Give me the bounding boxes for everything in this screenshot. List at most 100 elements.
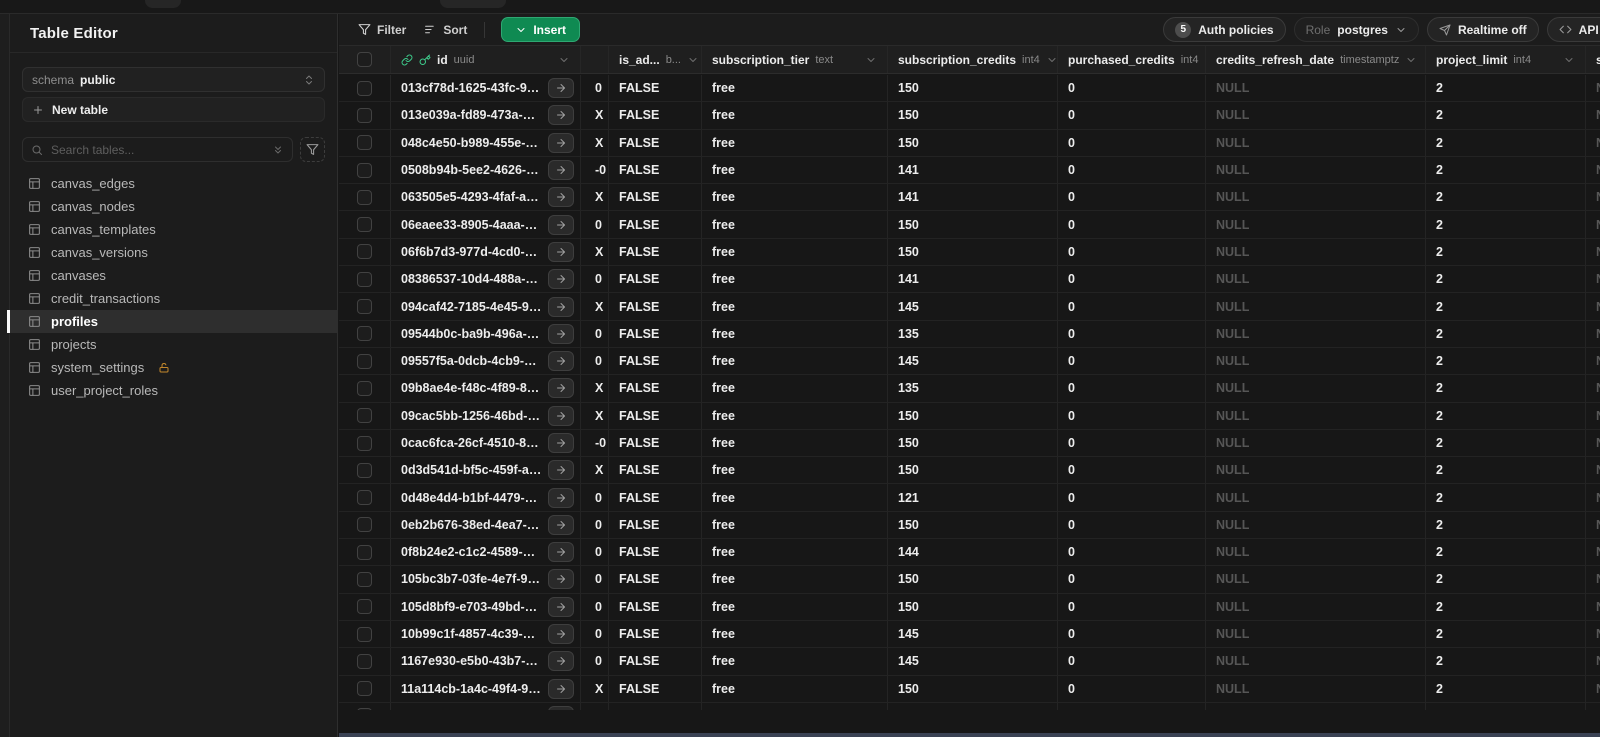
cell-su[interactable]: NU xyxy=(1586,348,1600,374)
cell-subscription_credits[interactable]: 150 xyxy=(888,675,1058,702)
cell-su[interactable]: NU xyxy=(1586,539,1600,565)
cell-purchased_credits[interactable]: 0 xyxy=(1058,75,1206,102)
table-row[interactable]: 11a114cb-1a4c-49f4-9b28-52219ec... XFALSE… xyxy=(339,675,1600,703)
cell-purchased_credits[interactable]: 0 xyxy=(1058,266,1206,293)
cell-su[interactable]: NU xyxy=(1586,75,1600,101)
schema-select[interactable]: schema public xyxy=(22,67,325,92)
cell-is_admin[interactable]: FALSE xyxy=(609,347,702,375)
table-row[interactable]: 063505e5-4293-4faf-a18c-0e65b... XFALSEfr… xyxy=(339,184,1600,212)
cell-purchased_credits[interactable]: 0 xyxy=(1058,429,1206,457)
cell-is_admin[interactable]: FALSE xyxy=(609,184,702,211)
cell-subscription_tier[interactable]: free xyxy=(702,457,888,484)
cell-clipped[interactable]: X xyxy=(581,129,609,156)
cell-credits_refresh_date[interactable]: NULL xyxy=(1206,593,1426,620)
cell-project_limit[interactable]: 2 xyxy=(1426,484,1586,511)
cell-clipped[interactable]: X xyxy=(581,402,609,429)
row-checkbox[interactable] xyxy=(357,271,372,287)
cell-purchased_credits[interactable]: 0 xyxy=(1058,457,1206,484)
row-checkbox[interactable] xyxy=(357,353,372,369)
cell-id[interactable]: 0d3d541d-bf5c-459f-a406-16b93... xyxy=(391,457,581,484)
cell-id[interactable]: 11a114cb-1a4c-49f4-9b28-52219ec... xyxy=(391,675,581,702)
table-row[interactable]: 08386537-10d4-488a-a11e-eb5a6...0FALSEfr… xyxy=(339,266,1600,294)
cell-is_admin[interactable]: FALSE xyxy=(609,429,702,457)
column-header-purchased_credits[interactable]: purchased_credits int4 xyxy=(1058,46,1206,73)
cell-subscription_tier[interactable]: free xyxy=(702,156,888,184)
cell-clipped[interactable]: 0 xyxy=(581,211,609,238)
table-row[interactable]: 048c4e50-b989-455e-847e-fb2f... XFALSEfre… xyxy=(339,129,1600,157)
cell-subscription_credits[interactable]: 145 xyxy=(888,293,1058,320)
cell-su[interactable]: NU xyxy=(1586,102,1600,128)
cell-clipped[interactable]: -0 xyxy=(581,156,609,184)
cell-project_limit[interactable]: 2 xyxy=(1426,593,1586,620)
cell-credits_refresh_date[interactable]: NULL xyxy=(1206,429,1426,457)
cell-credits_refresh_date[interactable]: NULL xyxy=(1206,238,1426,266)
cell-credits_refresh_date[interactable]: NULL xyxy=(1206,375,1426,402)
cell-is_admin[interactable]: FALSE xyxy=(609,211,702,238)
table-row[interactable]: 105bc3b7-03fe-4e7f-9efa-21bb40...0FALSEf… xyxy=(339,566,1600,594)
row-expand-button[interactable] xyxy=(548,323,574,344)
row-checkbox[interactable] xyxy=(357,599,372,615)
cell-project_limit[interactable]: 2 xyxy=(1426,320,1586,347)
table-row[interactable]: 094caf42-7185-4e45-99f3-14abee... XFALSEf… xyxy=(339,293,1600,321)
cell-project_limit[interactable]: 2 xyxy=(1426,238,1586,266)
table-row[interactable] xyxy=(339,702,1600,710)
cell-subscription_tier[interactable]: free xyxy=(702,566,888,593)
cell-project_limit[interactable]: 2 xyxy=(1426,457,1586,484)
row-expand-button[interactable] xyxy=(548,460,574,481)
cell-subscription_tier[interactable]: free xyxy=(702,648,888,675)
cell-credits_refresh_date[interactable]: NULL xyxy=(1206,402,1426,429)
row-expand-button[interactable] xyxy=(548,214,574,235)
cell-id[interactable]: 08386537-10d4-488a-a11e-eb5a6... xyxy=(391,266,581,293)
cell-id[interactable]: 0eb2b676-38ed-4ea7-9dad-38e6... xyxy=(391,511,581,539)
row-checkbox[interactable] xyxy=(357,490,372,506)
cell-su[interactable]: NU xyxy=(1586,157,1600,183)
cell-purchased_credits[interactable]: 0 xyxy=(1058,129,1206,156)
cell-project_limit[interactable]: 2 xyxy=(1426,566,1586,593)
cell-su[interactable]: NU xyxy=(1586,403,1600,429)
table-row[interactable]: 09b8ae4e-f48c-4f89-8a8c-1629b... XFALSEfr… xyxy=(339,375,1600,403)
sidebar-item-profiles[interactable]: profiles xyxy=(7,310,337,333)
cell-id[interactable]: 06f6b7d3-977d-4cd0-acd4-4a78... xyxy=(391,238,581,266)
cell-is_admin[interactable]: FALSE xyxy=(609,75,702,102)
cell-project_limit[interactable]: 2 xyxy=(1426,293,1586,320)
row-checkbox[interactable] xyxy=(357,135,372,151)
cell-is_admin[interactable]: FALSE xyxy=(609,402,702,429)
cell-id[interactable]: 0508b94b-5ee2-4626-bca1-4bca... xyxy=(391,156,581,184)
row-checkbox[interactable] xyxy=(357,544,372,560)
cell-subscription_credits[interactable]: 150 xyxy=(888,402,1058,429)
cell-id[interactable]: 094caf42-7185-4e45-99f3-14abee... xyxy=(391,293,581,320)
cell-su[interactable]: NU xyxy=(1586,266,1600,292)
cell-clipped[interactable]: 0 xyxy=(581,620,609,648)
cell-subscription_credits[interactable]: 150 xyxy=(888,238,1058,266)
cell-is_admin[interactable]: FALSE xyxy=(609,293,702,320)
cell-id[interactable]: 0f8b24e2-c1c2-4589-99ce-2c52d... xyxy=(391,539,581,566)
cell-credits_refresh_date[interactable]: NULL xyxy=(1206,620,1426,648)
cell-id[interactable]: 013e039a-fd89-473a-a3c6-ccfa9... xyxy=(391,102,581,129)
table-row[interactable]: 0d3d541d-bf5c-459f-a406-16b93... XFALSEfr… xyxy=(339,457,1600,485)
column-header-is_admin[interactable]: is_ad... b... xyxy=(609,46,702,73)
cell-credits_refresh_date[interactable]: NULL xyxy=(1206,75,1426,102)
cell-purchased_credits[interactable]: 0 xyxy=(1058,675,1206,702)
cell-id[interactable]: 10b99c1f-4857-4c39-a8b1-263b8... xyxy=(391,620,581,648)
row-expand-button[interactable] xyxy=(548,705,574,710)
row-expand-button[interactable] xyxy=(548,487,574,508)
cell-su[interactable]: NU xyxy=(1586,293,1600,319)
row-checkbox[interactable] xyxy=(357,299,372,315)
role-select-button[interactable]: Role postgres xyxy=(1293,17,1419,42)
row-checkbox[interactable] xyxy=(357,380,372,396)
cell-project_limit[interactable]: 2 xyxy=(1426,539,1586,566)
cell-project_limit[interactable]: 2 xyxy=(1426,375,1586,402)
cell-id[interactable]: 09cac5bb-1256-46bd-ab60-64ed... xyxy=(391,402,581,429)
cell-clipped[interactable]: 0 xyxy=(581,347,609,375)
cell-credits_refresh_date[interactable]: NULL xyxy=(1206,566,1426,593)
row-checkbox[interactable] xyxy=(357,217,372,233)
cell-is_admin[interactable]: FALSE xyxy=(609,620,702,648)
cell-credits_refresh_date[interactable]: NULL xyxy=(1206,102,1426,129)
row-checkbox[interactable] xyxy=(357,162,372,178)
cell-project_limit[interactable]: 2 xyxy=(1426,75,1586,102)
cell-subscription_tier[interactable]: free xyxy=(702,620,888,648)
column-header-project_limit[interactable]: project_limit int4 xyxy=(1426,46,1586,73)
table-row[interactable]: 09557f5a-0dcb-4cb9-a6fb-fff366...0FALSEf… xyxy=(339,347,1600,376)
row-checkbox[interactable] xyxy=(357,189,372,205)
table-row[interactable]: 0cac6fca-26cf-4510-84ba-c4580... -0FALSEf… xyxy=(339,429,1600,458)
